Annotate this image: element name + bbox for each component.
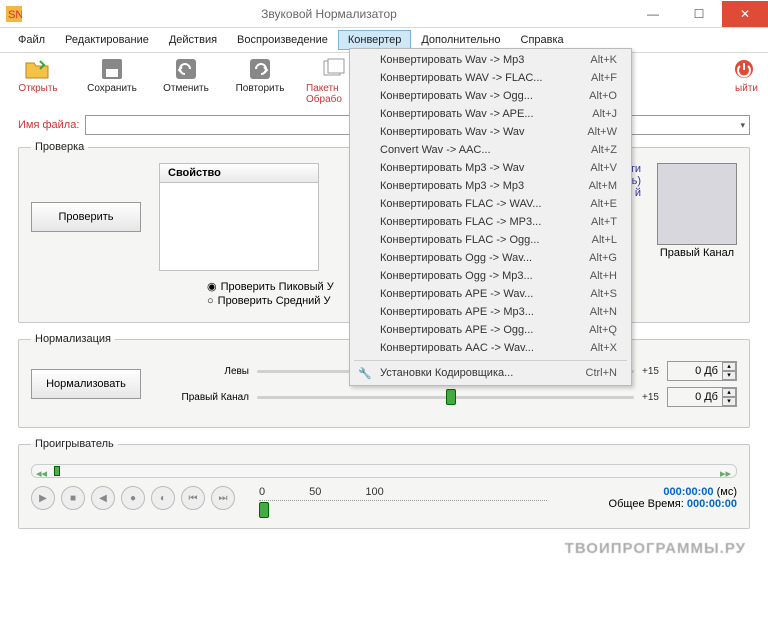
right-channel-slider-label: Правый Канал xyxy=(159,392,249,403)
play-button[interactable]: ▶ xyxy=(31,486,55,510)
converter-item[interactable]: Конвертировать Ogg -> Mp3...Alt+H xyxy=(352,267,629,285)
loop-button[interactable]: ◐ xyxy=(151,486,175,510)
right-channel-preview xyxy=(657,163,737,245)
close-button[interactable]: ✕ xyxy=(722,1,768,27)
window-title: Звуковой Нормализатор xyxy=(28,7,630,21)
stop-button[interactable]: ■ xyxy=(61,486,85,510)
converter-item[interactable]: Конвертировать Mp3 -> Mp3Alt+M xyxy=(352,177,629,195)
redo-icon xyxy=(246,57,274,81)
menu-actions[interactable]: Действия xyxy=(159,30,227,50)
converter-dropdown: Конвертировать Wav -> Mp3Alt+KКонвертиро… xyxy=(349,48,632,386)
undo-button[interactable]: Отменить xyxy=(158,57,214,94)
menu-file[interactable]: Файл xyxy=(8,30,55,50)
rewind-button[interactable]: ◀ xyxy=(91,486,115,510)
redo-button[interactable]: Повторить xyxy=(232,57,288,94)
converter-item[interactable]: Конвертировать FLAC -> WAV...Alt+E xyxy=(352,195,629,213)
converter-item[interactable]: Конвертировать Mp3 -> WavAlt+V xyxy=(352,159,629,177)
player-fieldset: Проигрыватель ◂◂ ▸▸ ▶ ■ ◀ ● ◐ ⏮ ⏭ 0 50 1… xyxy=(18,438,750,529)
play-progress[interactable]: ◂◂ ▸▸ xyxy=(31,464,737,478)
next-end-icon[interactable]: ▸▸ xyxy=(720,467,732,475)
converter-item[interactable]: Конвертировать WAV -> FLAC...Alt+F xyxy=(352,69,629,87)
spin-down-icon[interactable]: ▾ xyxy=(722,371,736,380)
right-slider[interactable] xyxy=(257,388,634,406)
save-icon xyxy=(98,57,126,81)
total-time: 000:00:00 xyxy=(687,498,737,510)
check-legend: Проверка xyxy=(31,141,88,153)
converter-item[interactable]: Конвертировать Wav -> Ogg...Alt+O xyxy=(352,87,629,105)
normalize-legend: Нормализация xyxy=(31,333,115,345)
spin-up-icon[interactable]: ▴ xyxy=(722,388,736,397)
menu-extra[interactable]: Дополнительно xyxy=(411,30,510,50)
converter-item[interactable]: Конвертировать FLAC -> Ogg...Alt+L xyxy=(352,231,629,249)
titlebar: SN Звуковой Нормализатор — ☐ ✕ xyxy=(0,0,768,28)
time-slider[interactable] xyxy=(259,500,547,514)
skip-back-button[interactable]: ⏮ xyxy=(181,486,205,510)
player-legend: Проигрыватель xyxy=(31,438,118,450)
right-db-field[interactable]: 0 Дб▴▾ xyxy=(667,387,737,407)
save-button[interactable]: Сохранить xyxy=(84,57,140,94)
menu-edit[interactable]: Редактирование xyxy=(55,30,159,50)
converter-item[interactable]: Конвертировать APE -> Mp3...Alt+N xyxy=(352,303,629,321)
spin-up-icon[interactable]: ▴ xyxy=(722,362,736,371)
left-db-field[interactable]: 0 Дб▴▾ xyxy=(667,361,737,381)
exit-icon xyxy=(730,57,758,81)
converter-item[interactable]: Конвертировать APE -> Wav...Alt+S xyxy=(352,285,629,303)
app-icon: SN xyxy=(6,6,22,22)
wrench-icon: 🔧 xyxy=(358,367,374,380)
converter-item[interactable]: Конвертировать APE -> Ogg...Alt+Q xyxy=(352,321,629,339)
converter-item[interactable]: Convert Wav -> AAC...Alt+Z xyxy=(352,141,629,159)
menu-help[interactable]: Справка xyxy=(511,30,574,50)
check-button[interactable]: Проверить xyxy=(31,202,141,232)
prev-end-icon[interactable]: ◂◂ xyxy=(36,467,48,475)
svg-text:SN: SN xyxy=(8,9,22,21)
converter-item[interactable]: Конвертировать Ogg -> Wav...Alt+G xyxy=(352,249,629,267)
minimize-button[interactable]: — xyxy=(630,1,676,27)
converter-item[interactable]: Конвертировать Wav -> APE...Alt+J xyxy=(352,105,629,123)
exit-button[interactable]: ыйти xyxy=(718,57,758,94)
undo-icon xyxy=(172,57,200,81)
maximize-button[interactable]: ☐ xyxy=(676,1,722,27)
encoder-settings-item[interactable]: 🔧Установки Кодировщика...Ctrl+N xyxy=(352,364,629,383)
spin-down-icon[interactable]: ▾ xyxy=(722,397,736,406)
filename-label: Имя файла: xyxy=(18,119,79,131)
current-time: 000:00:00 xyxy=(663,486,713,498)
converter-item[interactable]: Конвертировать Wav -> Mp3Alt+K xyxy=(352,51,629,69)
converter-item[interactable]: Конвертировать AAC -> Wav...Alt+X xyxy=(352,339,629,357)
property-list[interactable] xyxy=(159,183,319,271)
property-header: Свойство xyxy=(159,163,319,183)
left-channel-label: Левы xyxy=(159,366,249,377)
batch-icon xyxy=(320,57,348,81)
converter-item[interactable]: Конвертировать FLAC -> MP3...Alt+T xyxy=(352,213,629,231)
radio-icon: ○ xyxy=(207,295,214,307)
watermark: ТВОИПРОГРАММЫ.РУ xyxy=(565,540,746,557)
radio-icon: ◉ xyxy=(207,280,217,293)
record-button[interactable]: ● xyxy=(121,486,145,510)
menu-converter[interactable]: Конвертер xyxy=(338,30,411,50)
right-channel-label: Правый Канал xyxy=(660,247,734,259)
skip-fwd-button[interactable]: ⏭ xyxy=(211,486,235,510)
converter-item[interactable]: Конвертировать Wav -> WavAlt+W xyxy=(352,123,629,141)
normalize-button[interactable]: Нормализовать xyxy=(31,369,141,399)
menu-playback[interactable]: Воспроизведение xyxy=(227,30,338,50)
open-button[interactable]: Открыть xyxy=(10,57,66,94)
chevron-down-icon: ▾ xyxy=(740,120,745,131)
folder-open-icon xyxy=(24,57,52,81)
